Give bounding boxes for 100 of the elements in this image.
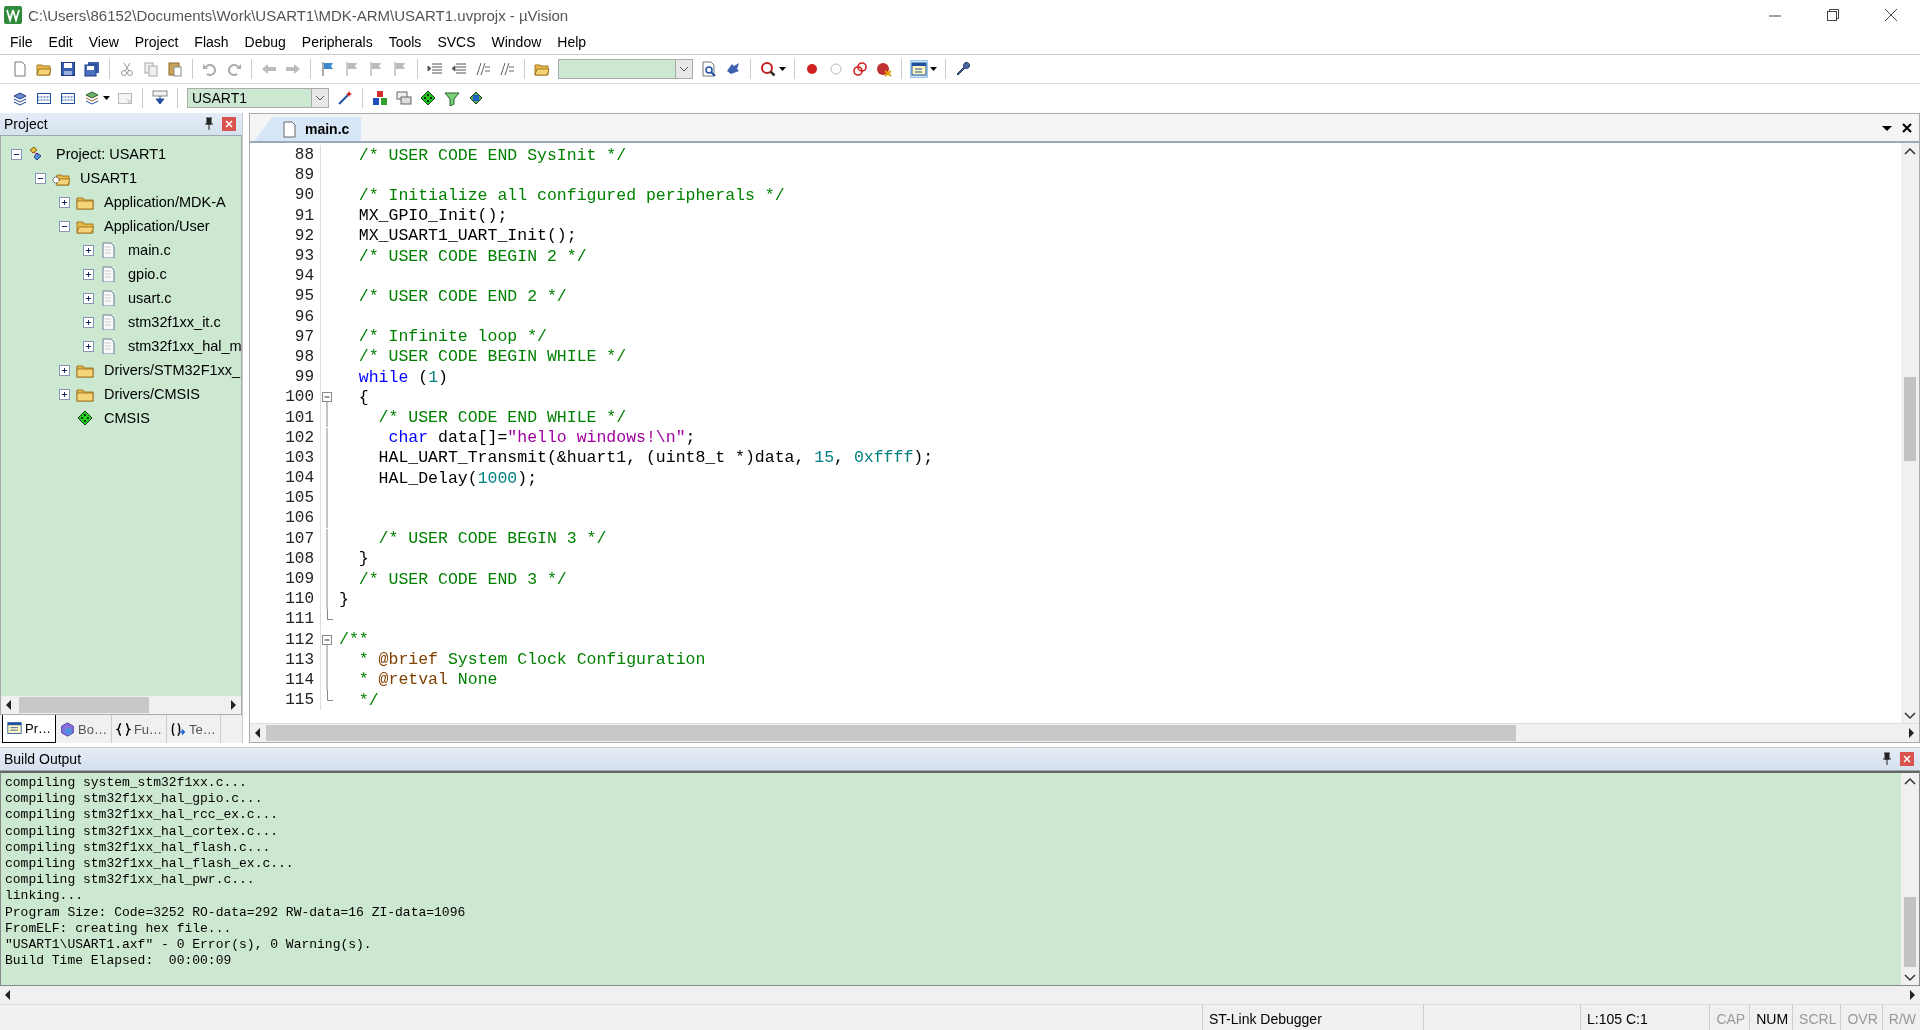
comment-icon[interactable] <box>499 61 515 77</box>
menu-item[interactable]: Tools <box>380 32 430 52</box>
dot-icon[interactable] <box>804 61 820 77</box>
paste-icon[interactable] <box>167 61 183 77</box>
tree-item[interactable]: stm32f1xx_it.c <box>128 314 221 330</box>
flag-icon[interactable] <box>320 61 336 77</box>
stack-icon[interactable] <box>12 90 28 106</box>
close-icon[interactable] <box>1901 121 1913 134</box>
tree-item[interactable]: CMSIS <box>104 410 150 426</box>
tree-item[interactable]: Project: USART1 <box>56 146 167 162</box>
menu-item[interactable]: Flash <box>186 32 237 52</box>
vertical-scrollbar[interactable] <box>1901 143 1919 723</box>
tree-item[interactable]: gpio.c <box>128 266 167 282</box>
editor-tab[interactable]: main.c <box>254 117 362 141</box>
wand-icon[interactable] <box>337 90 353 106</box>
save-all-icon[interactable] <box>84 61 100 77</box>
caret-icon[interactable] <box>778 64 787 74</box>
tree-item[interactable]: Drivers/CMSIS <box>104 386 200 402</box>
code-line: } <box>357 549 369 569</box>
save-icon[interactable] <box>60 61 76 77</box>
arrow-icon[interactable] <box>725 61 741 77</box>
expand-icon[interactable] <box>83 340 94 352</box>
windows-icon[interactable] <box>396 90 412 106</box>
tree-item[interactable]: main.c <box>128 242 171 258</box>
search-icon[interactable] <box>760 61 776 77</box>
menu-item[interactable]: Edit <box>40 32 81 52</box>
panel-tab[interactable]: Te… <box>167 715 221 743</box>
panel-tab[interactable]: Pr… <box>2 715 56 743</box>
tree-item[interactable]: Application/MDK-A <box>104 194 226 210</box>
horizontal-scrollbar[interactable] <box>1 696 241 714</box>
code-line: /* USER CODE BEGIN 2 */ <box>357 246 587 266</box>
menu-item[interactable]: View <box>80 32 127 52</box>
pin-icon[interactable] <box>1880 752 1894 766</box>
close-icon[interactable] <box>1884 8 1898 22</box>
grid-icon[interactable] <box>36 90 52 106</box>
open-folder-icon[interactable] <box>534 61 550 77</box>
file-icon <box>282 120 297 138</box>
expand-icon[interactable] <box>59 388 70 400</box>
braces-icon <box>115 721 131 737</box>
download-icon[interactable] <box>152 90 168 106</box>
wrench-icon[interactable] <box>955 61 971 77</box>
tree-item[interactable]: Drivers/STM32F1xx_ <box>104 362 241 378</box>
code-line: /* Initialize all configured peripherals */ <box>357 185 785 205</box>
app-logo-icon <box>4 6 22 24</box>
open-folder-icon <box>76 218 94 234</box>
expand-icon[interactable] <box>83 268 94 280</box>
pin-icon[interactable] <box>202 117 216 131</box>
comment-icon[interactable] <box>475 61 491 77</box>
tree-item[interactable]: usart.c <box>128 290 172 306</box>
expand-icon[interactable] <box>83 244 94 256</box>
document-search-icon[interactable] <box>701 61 717 77</box>
unindent-icon[interactable] <box>451 61 467 77</box>
expand-icon[interactable] <box>83 292 94 304</box>
caret-icon[interactable] <box>929 64 938 74</box>
menu-item[interactable]: SVCS <box>429 32 484 52</box>
tree-item[interactable]: Application/User <box>104 218 210 234</box>
collapse-icon[interactable] <box>59 220 70 232</box>
code-line: HAL_Delay(1000); <box>377 468 538 488</box>
new-file-icon[interactable] <box>12 61 28 77</box>
scrollbar-thumb[interactable] <box>1904 377 1916 461</box>
layers-icon[interactable] <box>84 90 100 106</box>
diamond-icon <box>76 410 94 426</box>
horizontal-scrollbar[interactable] <box>250 723 1919 742</box>
boxes-icon[interactable] <box>372 90 388 106</box>
tree-item[interactable]: USART1 <box>80 170 137 186</box>
dot-cross-icon[interactable] <box>876 61 892 77</box>
combo-box[interactable]: USART1 <box>187 88 329 108</box>
collapse-icon[interactable] <box>35 172 46 184</box>
panel-tab[interactable]: Fu… <box>111 715 168 743</box>
tree-item[interactable]: stm32f1xx_hal_m <box>128 338 241 354</box>
window-layout-icon[interactable] <box>911 61 927 77</box>
funnel-icon[interactable] <box>444 90 460 106</box>
panel-tab[interactable]: Bo… <box>56 715 112 743</box>
code-line: * @brief System Clock Configuration <box>357 650 706 670</box>
menu-item[interactable]: Window <box>483 32 550 52</box>
expand-icon[interactable] <box>83 316 94 328</box>
caret-icon[interactable] <box>102 93 111 103</box>
horizontal-scrollbar[interactable] <box>0 986 1920 1004</box>
scrollbar-thumb[interactable] <box>266 725 1516 741</box>
scrollbar-thumb[interactable] <box>1904 897 1916 967</box>
expand-icon[interactable] <box>59 196 70 208</box>
expand-icon[interactable] <box>59 364 70 376</box>
diamond-icon[interactable] <box>420 90 436 106</box>
collapse-icon[interactable] <box>11 148 22 160</box>
grid-icon[interactable] <box>60 90 76 106</box>
chip-icon[interactable] <box>468 90 484 106</box>
menu-item[interactable]: Peripherals <box>293 32 381 52</box>
indent-icon[interactable] <box>427 61 443 77</box>
open-folder-icon[interactable] <box>36 61 52 77</box>
cursor-position: L:105 C:1 <box>1580 1005 1710 1030</box>
menu-item[interactable]: Debug <box>236 32 294 52</box>
rings-icon[interactable] <box>852 61 868 77</box>
menu-item[interactable]: Help <box>549 32 595 52</box>
scrollbar-thumb[interactable] <box>19 697 149 713</box>
restore-icon[interactable] <box>1826 8 1840 22</box>
code-line: while (1) <box>357 367 448 387</box>
menu-item[interactable]: File <box>2 32 41 52</box>
code-line: /* USER CODE END 3 */ <box>357 569 567 589</box>
vertical-scrollbar[interactable] <box>1901 773 1919 985</box>
menu-item[interactable]: Project <box>126 32 187 52</box>
